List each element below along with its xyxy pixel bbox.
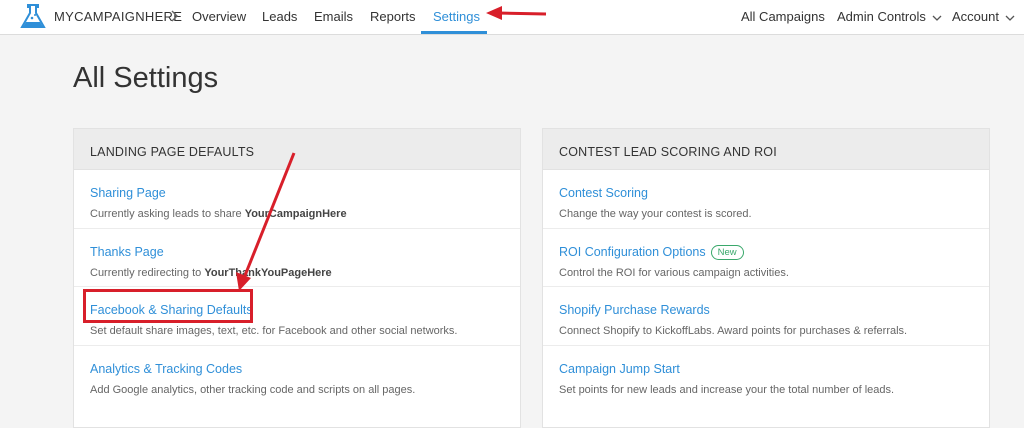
settings-row-jump-start: Campaign Jump Start Set points for new l…	[543, 346, 989, 405]
active-tab-indicator	[421, 31, 487, 34]
thanks-page-link[interactable]: Thanks Page	[90, 245, 164, 259]
sharing-page-link[interactable]: Sharing Page	[90, 186, 166, 200]
nav-all-campaigns[interactable]: All Campaigns	[741, 9, 825, 24]
panel-header: CONTEST LEAD SCORING AND ROI	[543, 129, 989, 170]
nav-account[interactable]: Account	[952, 9, 1015, 24]
panel-header: LANDING PAGE DEFAULTS	[74, 129, 520, 170]
nav-overview[interactable]: Overview	[192, 9, 246, 24]
shopify-rewards-link[interactable]: Shopify Purchase Rewards	[559, 303, 710, 317]
highlight-box	[83, 289, 253, 323]
nav-reports[interactable]: Reports	[370, 9, 416, 24]
row-description: Currently redirecting to YourThankYouPag…	[90, 267, 520, 279]
landing-page-defaults-panel: LANDING PAGE DEFAULTS Sharing Page Curre…	[73, 128, 521, 428]
contest-lead-scoring-panel: CONTEST LEAD SCORING AND ROI Contest Sco…	[542, 128, 990, 428]
account-label: Account	[952, 9, 999, 24]
desc-value: YourThankYouPageHere	[204, 266, 332, 279]
row-description: Set default share images, text, etc. for…	[90, 325, 458, 337]
row-description: Connect Shopify to KickoffLabs. Award po…	[559, 325, 908, 337]
desc-prefix: Currently redirecting to	[90, 266, 205, 279]
settings-row-contest-scoring: Contest Scoring Change the way your cont…	[543, 170, 989, 229]
nav-emails[interactable]: Emails	[314, 9, 353, 24]
nav-leads[interactable]: Leads	[262, 9, 297, 24]
nav-settings[interactable]: Settings	[433, 9, 480, 24]
settings-row-thanks-page: Thanks Page Currently redirecting to You…	[74, 229, 520, 287]
settings-row-roi: ROI Configuration Options New Control the…	[543, 229, 989, 287]
top-navbar: MYCAMPAIGNHERE Overview Leads Emails Rep…	[0, 0, 1024, 35]
desc-value: YourCampaignHere	[244, 208, 347, 220]
row-description: Currently asking leads to share YourCamp…	[90, 208, 520, 220]
campaign-name[interactable]: MYCAMPAIGNHERE	[54, 9, 182, 24]
chevron-right-icon	[171, 10, 178, 22]
chevron-down-icon	[1005, 15, 1015, 21]
nav-admin-controls[interactable]: Admin Controls	[837, 9, 942, 24]
row-description: Set points for new leads and increase yo…	[559, 383, 895, 396]
row-description: Add Google analytics, other tracking cod…	[90, 383, 416, 396]
campaign-jump-start-link[interactable]: Campaign Jump Start	[559, 362, 680, 376]
roi-configuration-link[interactable]: ROI Configuration Options	[559, 245, 706, 259]
admin-controls-label: Admin Controls	[837, 9, 926, 24]
page-title: All Settings	[73, 62, 219, 94]
new-badge: New	[710, 244, 744, 260]
row-description: Control the ROI for various campaign act…	[559, 266, 789, 279]
desc-prefix: Currently asking leads to share	[90, 208, 245, 220]
settings-row-shopify: Shopify Purchase Rewards Connect Shopify…	[543, 287, 989, 346]
chevron-down-icon	[932, 15, 942, 21]
analytics-tracking-link[interactable]: Analytics & Tracking Codes	[90, 362, 242, 376]
flask-logo-icon[interactable]	[20, 3, 46, 31]
contest-scoring-link[interactable]: Contest Scoring	[559, 186, 648, 200]
row-description: Change the way your contest is scored.	[559, 208, 752, 220]
settings-row-analytics: Analytics & Tracking Codes Add Google an…	[74, 346, 520, 405]
settings-row-sharing-page: Sharing Page Currently asking leads to s…	[74, 170, 520, 229]
